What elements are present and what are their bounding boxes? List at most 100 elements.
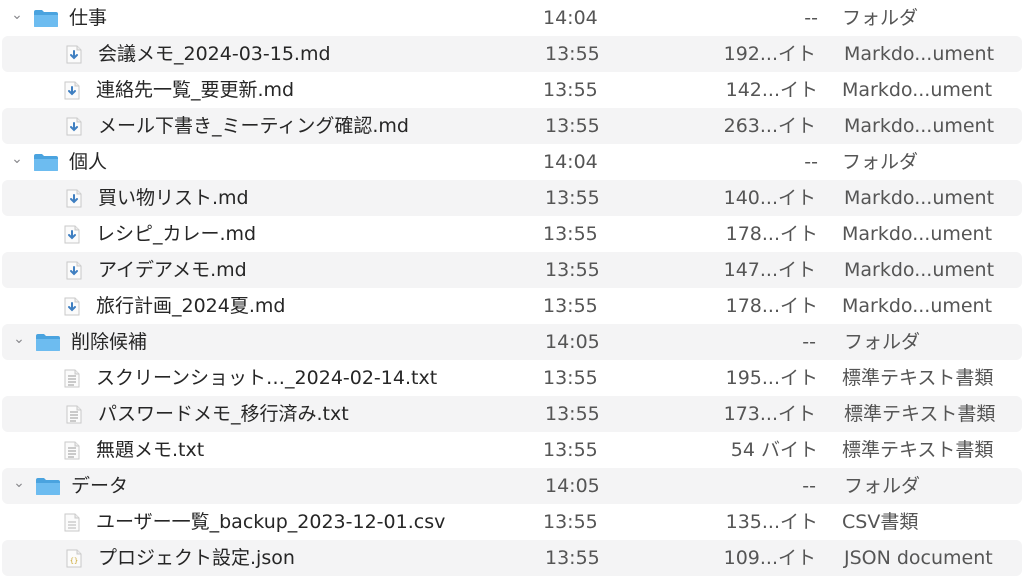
item-size: 142...イト bbox=[725, 79, 818, 101]
md-file-icon bbox=[66, 261, 82, 280]
item-kind: Markdo...ument bbox=[842, 79, 993, 101]
item-modified-time: 14:04 bbox=[543, 151, 598, 173]
item-kind: 標準テキスト書類 bbox=[842, 367, 994, 389]
item-modified-time: 13:55 bbox=[543, 223, 598, 245]
folder-icon bbox=[33, 9, 59, 28]
item-kind: フォルダ bbox=[842, 151, 919, 173]
item-kind: Markdo...ument bbox=[844, 43, 995, 65]
file-row[interactable]: アイデアメモ.md 13:55 147...イト Markdo...ument bbox=[2, 252, 1022, 288]
item-name: データ bbox=[71, 475, 129, 497]
item-size: -- bbox=[804, 7, 818, 29]
item-name: 旅行計画_2024夏.md bbox=[96, 295, 286, 317]
folder-row[interactable]: ⌄ 仕事 14:04 -- フォルダ bbox=[0, 0, 1024, 36]
item-kind: Markdo...ument bbox=[844, 187, 995, 209]
file-row[interactable]: パスワードメモ_移行済み.txt 13:55 173...イト 標準テキスト書類 bbox=[2, 396, 1022, 432]
json-file-icon: {} bbox=[66, 549, 82, 568]
file-row[interactable]: ユーザー一覧_backup_2023-12-01.csv 13:55 135...イ… bbox=[0, 504, 1024, 540]
file-list: ⌄ 仕事 14:04 -- フォルダ 会議メモ_2024-03-15.md 13:55 192… bbox=[0, 0, 1024, 584]
file-row[interactable]: スクリーンショット…_2024-02-14.txt 13:55 195...イト 標準… bbox=[0, 360, 1024, 396]
item-modified-time: 14:05 bbox=[545, 331, 600, 353]
item-kind: Markdo...ument bbox=[844, 115, 995, 137]
item-kind: Markdo...ument bbox=[842, 223, 993, 245]
item-size: -- bbox=[804, 151, 818, 173]
item-size: 192...イト bbox=[723, 43, 816, 65]
item-name: 買い物リスト.md bbox=[98, 187, 249, 209]
csv-file-icon bbox=[64, 513, 80, 532]
item-modified-time: 13:55 bbox=[543, 295, 598, 317]
folder-icon bbox=[35, 477, 61, 496]
item-size: -- bbox=[802, 331, 816, 353]
item-kind: フォルダ bbox=[844, 331, 921, 353]
item-modified-time: 13:55 bbox=[543, 367, 598, 389]
item-name: 削除候補 bbox=[71, 331, 148, 353]
folder-icon bbox=[33, 153, 59, 172]
item-kind: Markdo...ument bbox=[842, 295, 993, 317]
folder-icon bbox=[35, 333, 61, 352]
item-size: 173...イト bbox=[723, 403, 816, 425]
item-name: レシピ_カレー.md bbox=[96, 223, 257, 245]
item-size: 109...イト bbox=[723, 547, 816, 569]
chevron-down-icon[interactable]: ⌄ bbox=[8, 0, 26, 36]
txt-file-icon bbox=[66, 405, 82, 424]
item-name: 無題メモ.txt bbox=[96, 439, 205, 461]
item-size: 147...イト bbox=[723, 259, 816, 281]
md-file-icon bbox=[64, 297, 80, 316]
file-row[interactable]: メール下書き_ミーティング確認.md 13:55 263...イト Markdo...… bbox=[2, 108, 1022, 144]
item-size: 135...イト bbox=[725, 511, 818, 533]
chevron-down-icon[interactable]: ⌄ bbox=[10, 468, 28, 504]
md-file-icon bbox=[66, 189, 82, 208]
folder-row[interactable]: ⌄ 削除候補 14:05 -- フォルダ bbox=[2, 324, 1022, 360]
file-row[interactable]: レシピ_カレー.md 13:55 178...イト Markdo...ument bbox=[0, 216, 1024, 252]
item-kind: 標準テキスト書類 bbox=[842, 439, 994, 461]
item-size: 178...イト bbox=[725, 223, 818, 245]
item-kind: 標準テキスト書類 bbox=[844, 403, 996, 425]
item-size: 195...イト bbox=[725, 367, 818, 389]
item-name: アイデアメモ.md bbox=[98, 259, 247, 281]
item-modified-time: 13:55 bbox=[545, 187, 600, 209]
item-kind: Markdo...ument bbox=[844, 259, 995, 281]
file-row[interactable]: 旅行計画_2024夏.md 13:55 178...イト Markdo...ument bbox=[0, 288, 1024, 324]
item-name: 会議メモ_2024-03-15.md bbox=[98, 43, 331, 65]
svg-text:{}: {} bbox=[70, 557, 78, 565]
md-file-icon bbox=[66, 45, 82, 64]
item-size: 263...イト bbox=[723, 115, 816, 137]
item-modified-time: 13:55 bbox=[543, 79, 598, 101]
file-row[interactable]: 無題メモ.txt 13:55 54 バイト 標準テキスト書類 bbox=[0, 432, 1024, 468]
item-name: メール下書き_ミーティング確認.md bbox=[98, 115, 409, 137]
item-modified-time: 13:55 bbox=[545, 115, 600, 137]
item-name: スクリーンショット…_2024-02-14.txt bbox=[96, 367, 438, 389]
item-modified-time: 13:55 bbox=[545, 43, 600, 65]
item-modified-time: 13:55 bbox=[543, 511, 598, 533]
item-size: 54 バイト bbox=[730, 439, 818, 461]
item-kind: JSON document bbox=[844, 547, 993, 569]
item-name: 個人 bbox=[69, 151, 108, 173]
chevron-down-icon[interactable]: ⌄ bbox=[8, 144, 26, 180]
item-name: 連絡先一覧_要更新.md bbox=[96, 79, 295, 101]
md-file-icon bbox=[64, 81, 80, 100]
folder-row[interactable]: ⌄ データ 14:05 -- フォルダ bbox=[2, 468, 1022, 504]
file-row[interactable]: {} プロジェクト設定.json 13:55 109...イト JSON documen… bbox=[2, 540, 1022, 576]
folder-row[interactable]: ⌄ 個人 14:04 -- フォルダ bbox=[0, 144, 1024, 180]
item-kind: フォルダ bbox=[842, 7, 919, 29]
file-row[interactable]: 連絡先一覧_要更新.md 13:55 142...イト Markdo...ument bbox=[0, 72, 1024, 108]
item-modified-time: 14:04 bbox=[543, 7, 598, 29]
md-file-icon bbox=[64, 225, 80, 244]
file-row[interactable]: 買い物リスト.md 13:55 140...イト Markdo...ument bbox=[2, 180, 1022, 216]
item-name: プロジェクト設定.json bbox=[98, 547, 295, 569]
item-name: 仕事 bbox=[69, 7, 108, 29]
md-file-icon bbox=[66, 117, 82, 136]
item-size: 178...イト bbox=[725, 295, 818, 317]
txt-file-icon bbox=[64, 369, 80, 388]
file-row[interactable]: 会議メモ_2024-03-15.md 13:55 192...イト Markdo...… bbox=[2, 36, 1022, 72]
txt-file-icon bbox=[64, 441, 80, 460]
item-kind: フォルダ bbox=[844, 475, 921, 497]
item-size: -- bbox=[802, 475, 816, 497]
item-modified-time: 13:55 bbox=[543, 439, 598, 461]
item-modified-time: 13:55 bbox=[545, 259, 600, 281]
item-name: ユーザー一覧_backup_2023-12-01.csv bbox=[96, 511, 446, 533]
chevron-down-icon[interactable]: ⌄ bbox=[10, 324, 28, 360]
item-modified-time: 14:05 bbox=[545, 475, 600, 497]
item-modified-time: 13:55 bbox=[545, 547, 600, 569]
item-size: 140...イト bbox=[723, 187, 816, 209]
item-name: パスワードメモ_移行済み.txt bbox=[98, 403, 349, 425]
